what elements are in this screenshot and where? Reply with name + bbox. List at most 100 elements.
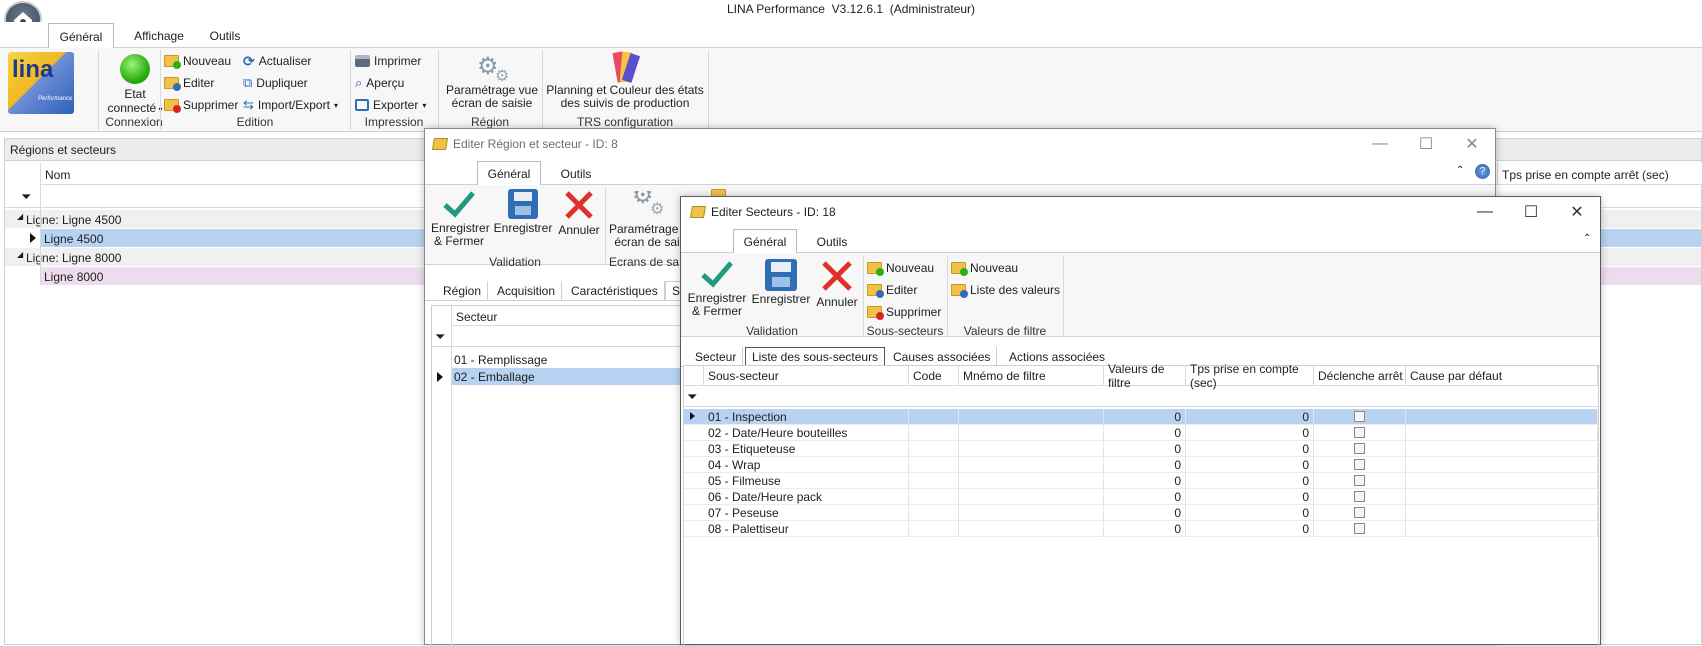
declenche-arret-checkbox[interactable] [1354, 411, 1365, 422]
declenche-arret-checkbox[interactable] [1354, 507, 1365, 518]
mnemo-cell [959, 521, 1104, 537]
table-row[interactable]: 04 - Wrap 0 0 [684, 457, 1598, 473]
apercu-button[interactable]: ⌕ Aperçu [355, 73, 404, 93]
ss-nouveau-button[interactable]: Nouveau [867, 258, 934, 278]
ribbon-separator [1063, 255, 1064, 335]
minimize-button[interactable]: — [1357, 129, 1403, 159]
column-header[interactable]: Déclenche arrêt [1314, 366, 1406, 386]
tab-caracteristiques[interactable]: Caractéristiques [565, 281, 665, 301]
tab-general[interactable]: Général [48, 23, 114, 49]
maximize-button[interactable]: ☐ [1508, 197, 1554, 227]
sous-secteur-filter-row[interactable]: ⏷ [684, 387, 1598, 407]
table-row[interactable]: 05 - Filmeuse 0 0 [684, 473, 1598, 489]
actualiser-button[interactable]: ⟳ Actualiser [243, 51, 311, 71]
tps-cell: 0 [1186, 505, 1314, 521]
ss-supprimer-button[interactable]: Supprimer [867, 302, 941, 322]
group-sous-secteurs: Sous-secteurs [866, 324, 944, 338]
declenche-arret-checkbox[interactable] [1354, 427, 1365, 438]
connection-state-button[interactable]: Etat connecté ▾ [102, 52, 168, 115]
exporter-button[interactable]: Exporter ▾ [355, 95, 426, 115]
valeurs-filtre-cell: 0 [1104, 505, 1186, 521]
vf-nouveau-button[interactable]: Nouveau [951, 258, 1018, 278]
main-col-header-right[interactable]: Tps prise en compte arrêt (sec) [1497, 163, 1702, 185]
cause-defaut-cell [1406, 425, 1598, 441]
delete-folder-icon [867, 306, 884, 320]
cancel-button[interactable]: Annuler [555, 189, 603, 237]
parametrage-vue-button[interactable]: ⚙ ⚙ Paramétrage v écran de sai [609, 191, 685, 249]
tab-affichage[interactable]: Affichage [124, 24, 194, 48]
supprimer-button[interactable]: Supprimer [164, 95, 238, 115]
export-icon [355, 99, 369, 111]
valeurs-filtre-cell: 0 [1104, 521, 1186, 537]
tab-outils[interactable]: Outils [807, 230, 857, 254]
close-button[interactable]: ✕ [1449, 129, 1495, 159]
mnemo-cell [959, 441, 1104, 457]
dupliquer-button[interactable]: ⧉ Dupliquer [243, 73, 308, 93]
table-row[interactable]: 01 - Inspection 0 0 [684, 409, 1598, 425]
column-header[interactable]: Sous-secteur [704, 366, 909, 386]
column-header[interactable]: Mnémo de filtre [959, 366, 1104, 386]
table-row[interactable]: 07 - Peseuse 0 0 [684, 505, 1598, 521]
green-status-icon [120, 54, 150, 84]
tab-general[interactable]: Général [733, 229, 797, 254]
column-header[interactable]: Code [909, 366, 959, 386]
tab-outils[interactable]: Outils [200, 24, 250, 48]
vf-liste-button[interactable]: Liste des valeurs [951, 280, 1060, 300]
cancel-button[interactable]: Annuler [813, 259, 861, 309]
table-row[interactable]: 02 - Emballage [451, 368, 691, 385]
declenche-arret-checkbox[interactable] [1354, 523, 1365, 534]
cause-defaut-cell [1406, 441, 1598, 457]
color-palette-icon [611, 51, 641, 84]
floppy-disk-icon [508, 189, 538, 219]
declenche-arret-checkbox[interactable] [1354, 491, 1365, 502]
tab-secteur[interactable]: Secteur [689, 347, 744, 367]
column-header[interactable]: Cause par défaut [1406, 366, 1598, 386]
nouveau-button[interactable]: Nouveau [164, 51, 231, 71]
secteur-col-header[interactable]: Secteur [451, 306, 691, 326]
tab-actions-associees[interactable]: Actions associées [1003, 347, 1111, 367]
tps-cell: 0 [1186, 441, 1314, 457]
help-icon[interactable]: ? [1475, 164, 1490, 179]
sous-secteur-cell: 03 - Etiqueteuse [704, 441, 909, 457]
group-impression: Impression [364, 115, 424, 129]
table-row[interactable]: 06 - Date/Heure pack 0 0 [684, 489, 1598, 505]
tps-cell: 0 [1186, 489, 1314, 505]
ss-editer-button[interactable]: Editer [867, 280, 917, 300]
save-close-button[interactable]: Enregistrer & Fermer [687, 259, 747, 318]
table-row[interactable]: 01 - Remplissage [451, 351, 691, 368]
save-close-button[interactable]: Enregistrer & Fermer [431, 189, 490, 248]
secteur-filter-row[interactable]: ⏷ [432, 327, 691, 347]
tab-acquisition[interactable]: Acquisition [491, 281, 563, 301]
tab-region[interactable]: Région [437, 281, 489, 301]
mnemo-cell [959, 505, 1104, 521]
collapse-ribbon-icon[interactable]: ⌃ [1456, 165, 1464, 176]
table-row[interactable]: 02 - Date/Heure bouteilles 0 0 [684, 425, 1598, 441]
tab-causes-associees[interactable]: Causes associées [887, 347, 998, 367]
tab-liste-sous-secteurs[interactable]: Liste des sous-secteurs [745, 347, 886, 367]
parametrage-vue-button[interactable]: ⚙ ⚙ Paramétrage vue écran de saisie [442, 52, 542, 110]
collapse-ribbon-icon[interactable]: ⌃ [1583, 233, 1591, 244]
column-header[interactable]: Valeurs de filtre [1104, 362, 1186, 390]
declenche-arret-checkbox[interactable] [1354, 475, 1365, 486]
cause-defaut-cell [1406, 457, 1598, 473]
declenche-arret-checkbox[interactable] [1354, 459, 1365, 470]
minimize-button[interactable]: — [1462, 197, 1508, 227]
imprimer-button[interactable]: Imprimer [355, 51, 421, 71]
close-button[interactable]: ✕ [1554, 197, 1600, 227]
declenche-arret-checkbox[interactable] [1354, 443, 1365, 454]
save-button[interactable]: Enregistrer [751, 259, 811, 306]
planning-couleur-button[interactable]: Planning et Couleur des états des suivis… [546, 51, 704, 110]
column-header[interactable]: Tps prise en compte (sec) [1186, 362, 1314, 390]
tab-general[interactable]: Général [477, 161, 541, 186]
dropdown-arrow-icon: ▾ [333, 100, 338, 110]
cause-defaut-cell [1406, 521, 1598, 537]
import-export-button[interactable]: ⇆ Import/Export ▾ [243, 95, 338, 115]
secteur-grid-vline [451, 306, 452, 646]
editer-button[interactable]: Editer [164, 73, 214, 93]
save-button[interactable]: Enregistrer [493, 189, 553, 235]
tab-outils[interactable]: Outils [551, 162, 601, 186]
maximize-button[interactable]: ☐ [1403, 129, 1449, 159]
table-row[interactable]: 03 - Etiqueteuse 0 0 [684, 441, 1598, 457]
table-row[interactable]: 08 - Palettiseur 0 0 [684, 521, 1598, 537]
ribbon-separator [708, 50, 709, 130]
